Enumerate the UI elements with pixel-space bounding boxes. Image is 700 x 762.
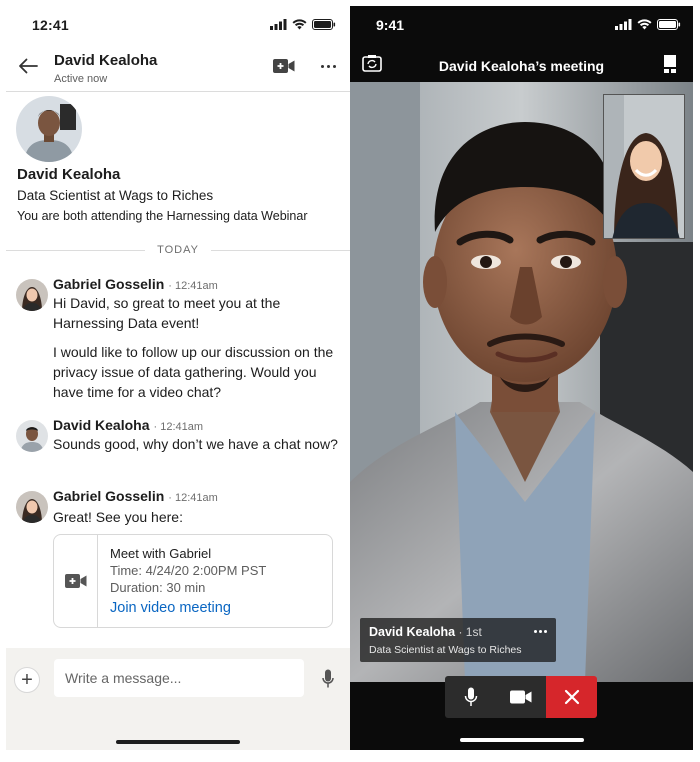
wifi-icon — [637, 19, 652, 30]
status-icons — [270, 19, 336, 30]
video-camera-icon — [510, 690, 532, 704]
battery-icon — [657, 19, 681, 30]
meeting-top-bar: David Kealoha’s meeting — [350, 50, 693, 80]
message-sender[interactable]: Gabriel Gosselin · 12:41am — [53, 488, 218, 504]
more-dots-icon — [534, 629, 537, 633]
connection-degree: · 1st — [455, 625, 482, 639]
camera-toggle-button[interactable] — [496, 676, 546, 718]
voice-message-button[interactable] — [318, 668, 338, 690]
message-sender[interactable]: Gabriel Gosselin · 12:41am — [53, 276, 218, 292]
back-button[interactable] — [16, 54, 40, 78]
video-camera-plus-icon — [64, 574, 86, 588]
profile-photo[interactable] — [16, 96, 82, 162]
chat-header: David Kealoha Active now — [6, 46, 350, 92]
sender-avatar[interactable] — [16, 491, 48, 523]
message-time: · 12:41am — [168, 492, 218, 504]
end-call-button[interactable] — [546, 676, 597, 718]
message-text: Hi David, so great to meet you at the Ha… — [53, 295, 281, 331]
message-sender[interactable]: David Kealoha · 12:41am — [53, 417, 203, 433]
meeting-card-time: Time: 4/24/20 2:00PM PST — [110, 563, 267, 578]
participant-name-tag: David Kealoha · 1st Data Scientist at Wa… — [360, 618, 556, 662]
self-view-image — [604, 95, 684, 238]
sender-avatar[interactable] — [16, 279, 48, 311]
join-video-meeting-link[interactable]: Join video meeting — [110, 600, 231, 616]
avatar-gabriel-image — [16, 491, 48, 523]
day-divider-label: TODAY — [157, 244, 199, 256]
profile-shared-context: You are both attending the Harnessing da… — [17, 209, 308, 223]
call-controls — [445, 676, 597, 718]
home-indicator — [460, 738, 584, 742]
messaging-screen: 12:41 David Kealoha Active now David Kea… — [6, 6, 350, 750]
message-time: · 12:41am — [153, 421, 204, 433]
microphone-icon — [322, 669, 334, 688]
avatar-david-image — [16, 420, 48, 452]
video-camera-plus-icon — [273, 59, 295, 73]
profile-avatar-image — [16, 96, 82, 162]
header-presence-status: Active now — [54, 73, 108, 85]
message-sender-name: Gabriel Gosselin — [53, 488, 165, 504]
meeting-title: David Kealoha’s meeting — [438, 58, 605, 74]
message-text: Great! See you here: — [53, 509, 183, 525]
header-contact-name[interactable]: David Kealoha — [54, 52, 157, 69]
meeting-card-title: Meet with Gabriel — [110, 546, 212, 561]
add-attachment-button[interactable]: + — [14, 667, 40, 693]
message-time: · 12:41am — [168, 280, 218, 292]
avatar-gabriel-image — [16, 279, 48, 311]
more-options-button[interactable] — [316, 56, 340, 76]
sender-avatar[interactable] — [16, 420, 48, 452]
meeting-card-duration: Duration: 30 min — [110, 580, 206, 595]
layout-toggle-button[interactable] — [663, 54, 679, 74]
signal-icon — [270, 19, 287, 30]
start-video-call-button[interactable] — [273, 58, 297, 76]
signal-icon — [615, 19, 632, 30]
participant-headline: Data Scientist at Wags to Riches — [369, 644, 522, 656]
profile-name[interactable]: David Kealoha — [17, 166, 120, 183]
microphone-icon — [464, 687, 477, 706]
video-meeting-screen: 9:41 David Kealoha’s meeting David Kealo… — [350, 6, 693, 750]
day-divider: TODAY — [6, 242, 350, 258]
meeting-invite-card[interactable]: Meet with Gabriel Time: 4/24/20 2:00PM P… — [53, 534, 333, 628]
message-input[interactable] — [54, 659, 304, 697]
layout-icon — [664, 55, 676, 73]
message-composer: + — [6, 648, 350, 750]
message-text: I would like to follow up our discussion… — [53, 344, 334, 400]
end-call-x-icon — [564, 689, 579, 705]
profile-headline: Data Scientist at Wags to Riches — [17, 188, 214, 203]
status-bar: 12:41 — [6, 6, 350, 46]
meeting-card-icon-column — [54, 535, 98, 627]
message-sender-name: David Kealoha — [53, 417, 150, 433]
mute-button[interactable] — [445, 676, 496, 718]
status-time: 12:41 — [32, 17, 69, 33]
participant-more-button[interactable] — [534, 627, 548, 635]
battery-icon — [312, 19, 336, 30]
status-time: 9:41 — [376, 17, 405, 33]
message-text: Sounds good, why don’t we have a chat no… — [53, 436, 338, 452]
back-arrow-icon — [19, 58, 38, 74]
more-dots-icon — [320, 64, 324, 68]
home-indicator — [116, 740, 240, 744]
participant-name[interactable]: David Kealoha · 1st — [369, 625, 482, 639]
self-view-video[interactable] — [603, 94, 685, 239]
wifi-icon — [292, 19, 307, 30]
message-sender-name: Gabriel Gosselin — [53, 276, 165, 292]
status-icons — [615, 19, 681, 30]
